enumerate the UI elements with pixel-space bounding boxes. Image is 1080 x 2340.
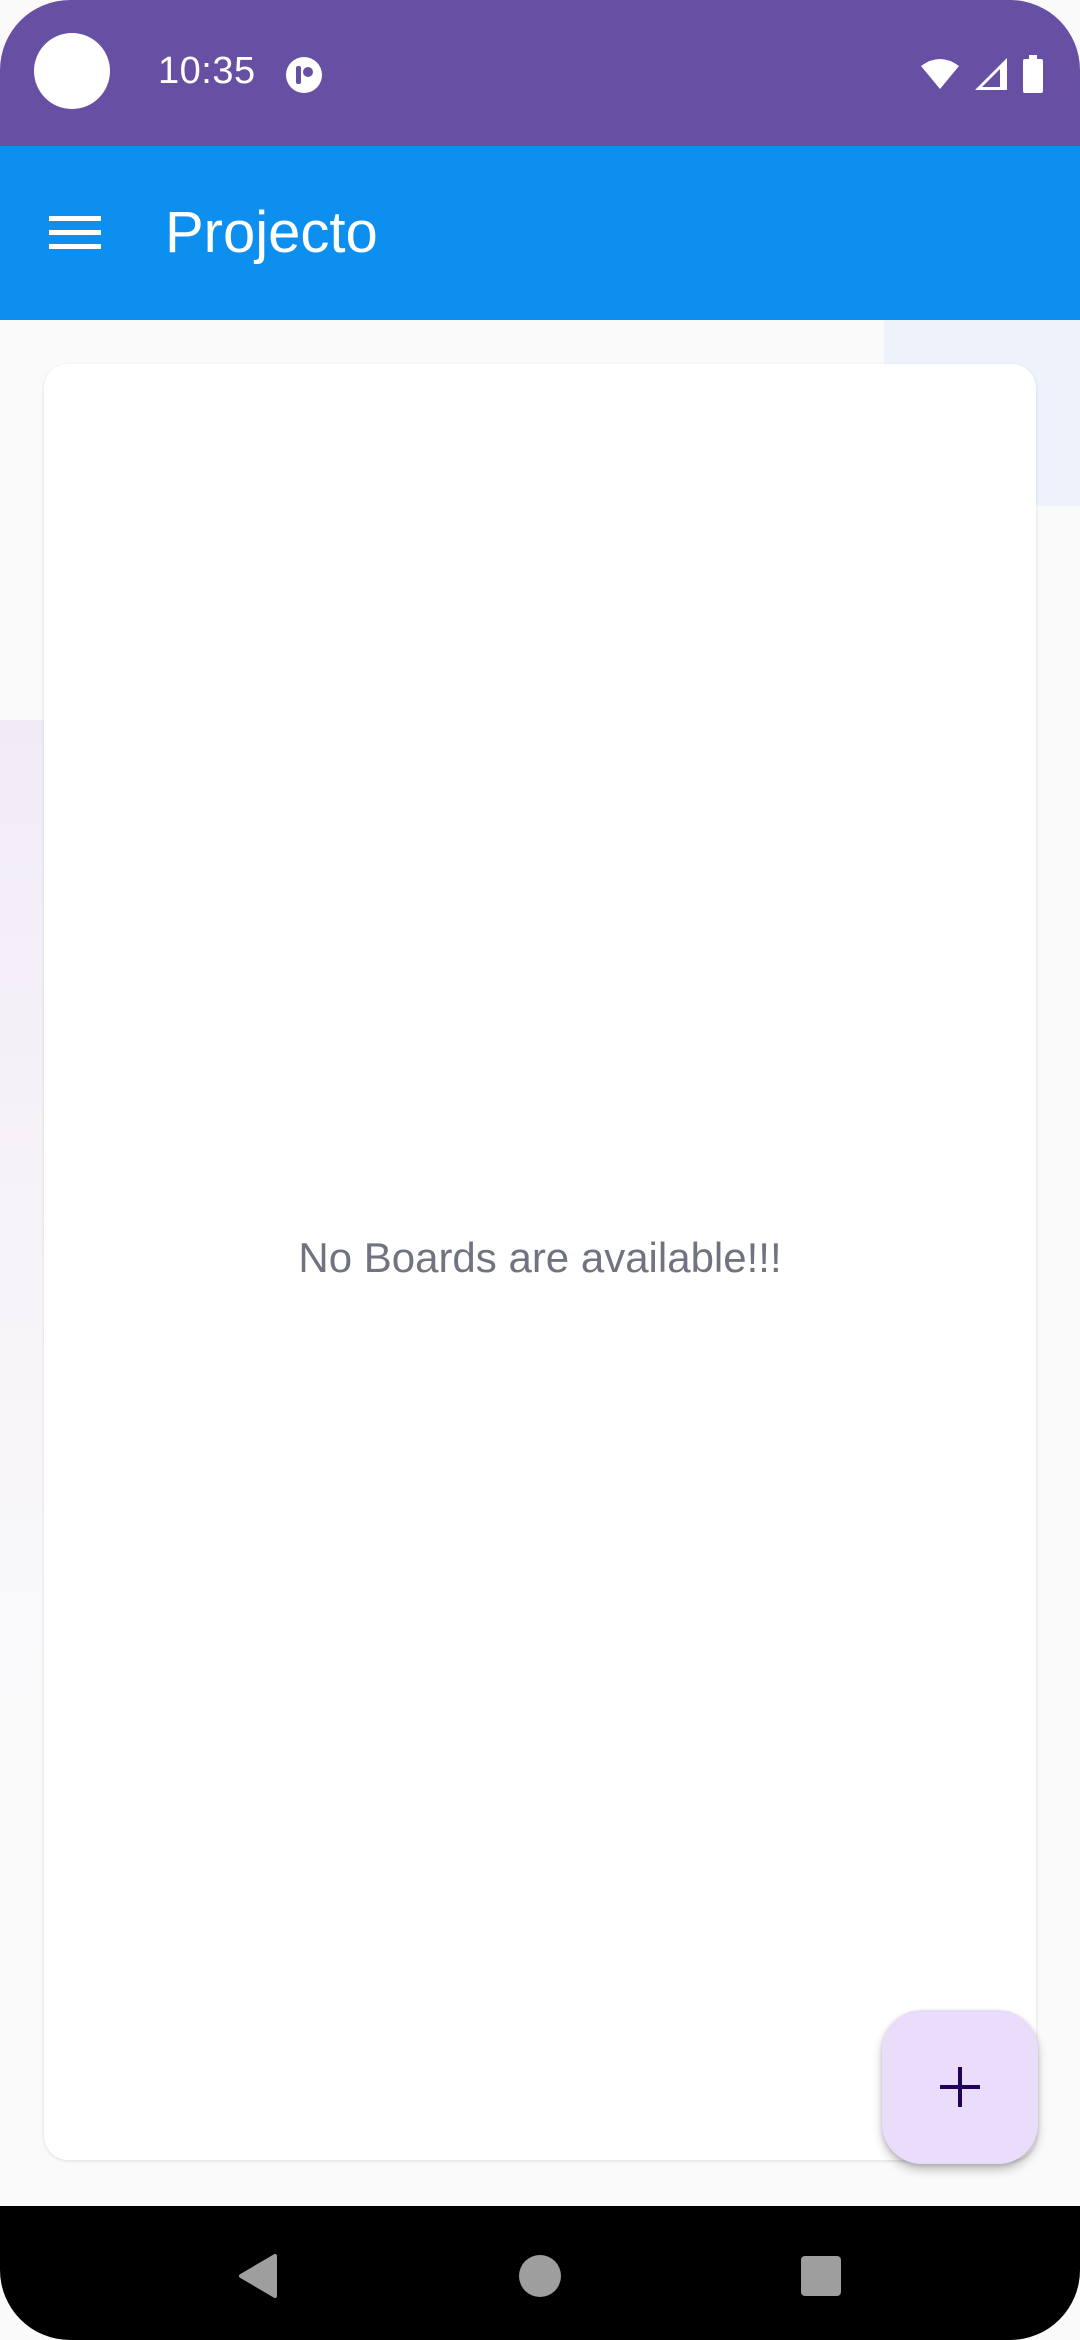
empty-boards-message: No Boards are available!!! [298,1234,782,1281]
boards-card: No Boards are available!!! [44,364,1036,2160]
nav-back-button[interactable] [218,2236,298,2316]
hamburger-menu-icon [49,216,101,249]
screen: 10:35 Projecto No Boards are available!!… [0,0,1080,2340]
camera-cutout [34,33,110,109]
battery-icon [1023,55,1043,93]
back-icon [239,2254,277,2298]
signal-icon [975,58,1007,90]
nav-recents-button[interactable] [781,2236,861,2316]
home-icon [519,2255,561,2297]
status-time: 10:35 [158,50,256,92]
menu-button[interactable] [36,198,116,268]
status-icons [920,54,1044,94]
notification-app-icon [286,57,322,93]
app-title: Projecto [165,200,378,265]
recents-icon [801,2256,841,2296]
app-bar: Projecto [0,146,1080,320]
system-navigation-bar [0,2206,1080,2340]
plus-icon [940,2067,980,2107]
wifi-icon [921,59,959,89]
add-board-button[interactable] [882,2010,1038,2164]
main-content: No Boards are available!!! [0,320,1080,2206]
nav-home-button[interactable] [500,2236,580,2316]
status-bar: 10:35 [0,0,1080,146]
